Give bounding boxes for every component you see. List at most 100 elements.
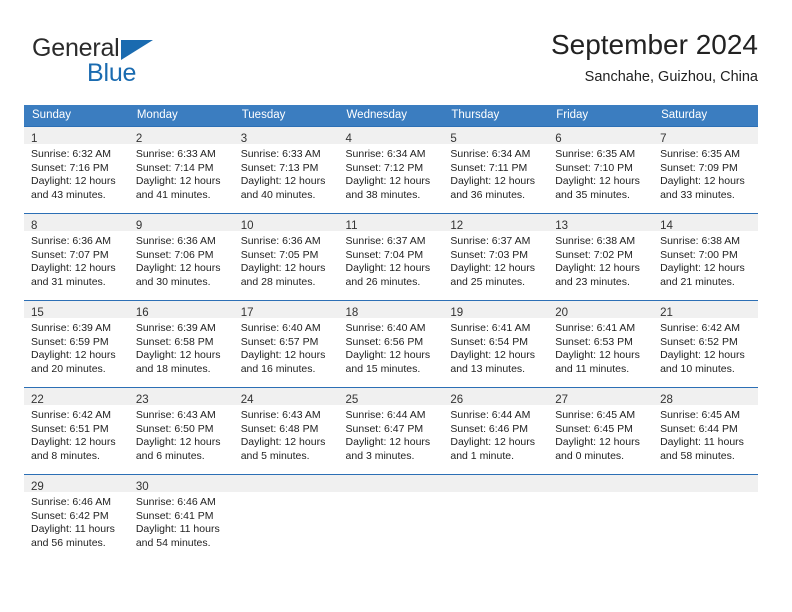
calendar-day-cell[interactable]: 1 Sunrise: 6:32 AM Sunset: 7:16 PM Daylight… bbox=[24, 126, 129, 214]
daylight-text: and 35 minutes. bbox=[555, 188, 630, 201]
daylight-text: Daylight: 12 hours bbox=[31, 436, 116, 449]
calendar-day-cell[interactable]: 30 Sunrise: 6:46 AM Sunset: 6:41 PM Dayligh… bbox=[128, 474, 234, 562]
day-number: 3 bbox=[240, 133, 248, 145]
day-detail-lines: Sunrise: 6:45 AM Sunset: 6:45 PM Daylight:… bbox=[548, 405, 653, 463]
day-number-band: 7 bbox=[653, 127, 758, 145]
logo-triangle-icon bbox=[121, 40, 153, 60]
day-detail-lines: Sunrise: 6:35 AM Sunset: 7:09 PM Daylight:… bbox=[653, 144, 758, 202]
calendar-page: General Blue September 2024 Sanchahe, Gu… bbox=[0, 0, 792, 612]
calendar-day-cell[interactable]: 25 Sunrise: 6:44 AM Sunset: 6:47 PM Dayligh… bbox=[338, 387, 444, 475]
day-detail-lines: Sunrise: 6:33 AM Sunset: 7:13 PM Daylight:… bbox=[234, 144, 339, 202]
sunset-text: Sunset: 7:07 PM bbox=[31, 248, 109, 261]
calendar-day-cell[interactable]: 24 Sunrise: 6:43 AM Sunset: 6:48 PM Dayligh… bbox=[233, 387, 339, 475]
calendar-day-cell[interactable]: 29 Sunrise: 6:46 AM Sunset: 6:42 PM Dayligh… bbox=[24, 474, 129, 562]
daylight-text: and 33 minutes. bbox=[660, 188, 735, 201]
daylight-text: and 21 minutes. bbox=[660, 275, 735, 288]
calendar-day-cell[interactable]: 27 Sunrise: 6:45 AM Sunset: 6:45 PM Dayligh… bbox=[548, 387, 654, 475]
daylight-text: and 28 minutes. bbox=[240, 275, 316, 288]
weekday-header-wednesday: Wednesday bbox=[338, 105, 444, 127]
weekday-header-thursday: Thursday bbox=[443, 105, 549, 127]
calendar-day-cell[interactable]: 15 Sunrise: 6:39 AM Sunset: 6:59 PM Dayligh… bbox=[24, 300, 129, 388]
day-detail-lines: Sunrise: 6:40 AM Sunset: 6:57 PM Daylight:… bbox=[234, 318, 339, 376]
page-subtitle: Sanchahe, Guizhou, China bbox=[584, 69, 758, 85]
sunrise-text: Sunrise: 6:46 AM bbox=[31, 496, 111, 508]
sunrise-text: Sunrise: 6:37 AM bbox=[345, 235, 426, 247]
calendar-day-cell[interactable]: 14 Sunrise: 6:38 AM Sunset: 7:00 PM Dayligh… bbox=[653, 213, 758, 301]
daylight-text: Daylight: 12 hours bbox=[240, 349, 326, 362]
general-blue-logo[interactable]: General Blue bbox=[24, 28, 284, 90]
day-number-band: 8 bbox=[24, 214, 129, 232]
sunrise-text: Sunrise: 6:39 AM bbox=[135, 322, 216, 334]
calendar-day-cell[interactable]: 6 Sunrise: 6:35 AM Sunset: 7:10 PM Daylight… bbox=[548, 126, 654, 214]
day-detail-lines: Sunrise: 6:37 AM Sunset: 7:04 PM Daylight:… bbox=[339, 231, 444, 289]
day-number: 2 bbox=[135, 133, 143, 145]
day-number-band: 10 bbox=[233, 214, 339, 232]
calendar-day-cell[interactable]: 19 Sunrise: 6:41 AM Sunset: 6:54 PM Dayligh… bbox=[443, 300, 549, 388]
calendar-day-cell[interactable]: 9 Sunrise: 6:36 AM Sunset: 7:06 PM Daylight… bbox=[128, 213, 234, 301]
calendar-day-cell[interactable]: 13 Sunrise: 6:38 AM Sunset: 7:02 PM Dayligh… bbox=[548, 213, 654, 301]
day-detail-lines: Sunrise: 6:46 AM Sunset: 6:41 PM Daylight:… bbox=[129, 492, 234, 550]
calendar-day-cell[interactable]: 5 Sunrise: 6:34 AM Sunset: 7:11 PM Daylight… bbox=[443, 126, 549, 214]
calendar-day-cell[interactable]: 23 Sunrise: 6:43 AM Sunset: 6:50 PM Dayligh… bbox=[128, 387, 234, 475]
daylight-text: and 38 minutes. bbox=[345, 188, 421, 201]
day-number: 14 bbox=[660, 220, 673, 232]
sunrise-text: Sunrise: 6:36 AM bbox=[31, 235, 111, 247]
sunrise-text: Sunrise: 6:36 AM bbox=[240, 235, 321, 247]
day-number-band: 17 bbox=[233, 301, 339, 319]
calendar-grid: Sunday Monday Tuesday Wednesday Thursday Frid… bbox=[24, 105, 758, 562]
sunset-text: Sunset: 6:41 PM bbox=[135, 509, 214, 522]
sunset-text: Sunset: 7:10 PM bbox=[555, 161, 633, 174]
calendar-day-cell[interactable]: 8 Sunrise: 6:36 AM Sunset: 7:07 PM Daylight… bbox=[24, 213, 129, 301]
daylight-text: and 13 minutes. bbox=[450, 362, 526, 375]
sunset-text: Sunset: 6:51 PM bbox=[31, 422, 109, 435]
daylight-text: and 31 minutes. bbox=[31, 275, 106, 288]
daylight-text: Daylight: 12 hours bbox=[240, 175, 326, 188]
daylight-text: Daylight: 12 hours bbox=[450, 349, 536, 362]
calendar-day-cell[interactable]: 11 Sunrise: 6:37 AM Sunset: 7:04 PM Dayligh… bbox=[338, 213, 444, 301]
calendar-week-row: 15 Sunrise: 6:39 AM Sunset: 6:59 PM Dayligh… bbox=[24, 300, 758, 388]
daylight-text: Daylight: 11 hours bbox=[660, 436, 744, 449]
day-detail-lines: Sunrise: 6:41 AM Sunset: 6:53 PM Daylight:… bbox=[548, 318, 653, 376]
calendar-day-cell[interactable]: 22 Sunrise: 6:42 AM Sunset: 6:51 PM Dayligh… bbox=[24, 387, 129, 475]
sunrise-text: Sunrise: 6:45 AM bbox=[555, 409, 636, 421]
day-number-band: 28 bbox=[653, 388, 758, 406]
calendar-header-row: Sunday Monday Tuesday Wednesday Thursday Frid… bbox=[24, 105, 758, 127]
day-number-band: 3 bbox=[233, 127, 339, 145]
daylight-text: Daylight: 12 hours bbox=[660, 349, 745, 362]
sunrise-text: Sunrise: 6:35 AM bbox=[555, 148, 636, 160]
calendar-day-cell[interactable]: 2 Sunrise: 6:33 AM Sunset: 7:14 PM Daylight… bbox=[128, 126, 234, 214]
calendar-day-cell[interactable]: 26 Sunrise: 6:44 AM Sunset: 6:46 PM Dayligh… bbox=[443, 387, 549, 475]
day-number: 18 bbox=[345, 307, 359, 319]
calendar-day-cell[interactable]: 7 Sunrise: 6:35 AM Sunset: 7:09 PM Daylight… bbox=[653, 126, 758, 214]
sunrise-text: Sunrise: 6:42 AM bbox=[31, 409, 111, 421]
calendar-day-cell[interactable]: 16 Sunrise: 6:39 AM Sunset: 6:58 PM Dayligh… bbox=[128, 300, 234, 388]
daylight-text: Daylight: 12 hours bbox=[135, 175, 221, 188]
logo-text-blue: Blue bbox=[87, 59, 137, 87]
calendar-day-cell[interactable]: 4 Sunrise: 6:34 AM Sunset: 7:12 PM Daylight… bbox=[338, 126, 444, 214]
calendar-day-cell[interactable]: 17 Sunrise: 6:40 AM Sunset: 6:57 PM Dayligh… bbox=[233, 300, 339, 388]
calendar-day-cell[interactable]: 21 Sunrise: 6:42 AM Sunset: 6:52 PM Dayligh… bbox=[653, 300, 758, 388]
daylight-text: Daylight: 12 hours bbox=[240, 436, 326, 449]
calendar-day-cell-empty bbox=[338, 474, 444, 562]
day-number: 29 bbox=[31, 481, 44, 493]
day-number-band bbox=[653, 475, 758, 492]
daylight-text: Daylight: 11 hours bbox=[135, 523, 220, 536]
sunset-text: Sunset: 7:03 PM bbox=[450, 248, 529, 261]
sunset-text: Sunset: 6:50 PM bbox=[135, 422, 214, 435]
sunrise-text: Sunrise: 6:40 AM bbox=[240, 322, 321, 334]
day-number: 26 bbox=[450, 394, 464, 406]
day-detail-lines: Sunrise: 6:38 AM Sunset: 7:00 PM Daylight:… bbox=[653, 231, 758, 289]
calendar-day-cell[interactable]: 12 Sunrise: 6:37 AM Sunset: 7:03 PM Dayligh… bbox=[443, 213, 549, 301]
daylight-text: Daylight: 12 hours bbox=[135, 262, 221, 275]
sunrise-text: Sunrise: 6:43 AM bbox=[135, 409, 216, 421]
calendar-day-cell[interactable]: 18 Sunrise: 6:40 AM Sunset: 6:56 PM Dayligh… bbox=[338, 300, 444, 388]
calendar-day-cell[interactable]: 20 Sunrise: 6:41 AM Sunset: 6:53 PM Dayligh… bbox=[548, 300, 654, 388]
page-header: General Blue September 2024 Sanchahe, Gu… bbox=[24, 28, 758, 96]
sunset-text: Sunset: 6:58 PM bbox=[135, 335, 214, 348]
calendar-week-row: 29 Sunrise: 6:46 AM Sunset: 6:42 PM Dayligh… bbox=[24, 474, 758, 562]
calendar-day-cell[interactable]: 3 Sunrise: 6:33 AM Sunset: 7:13 PM Daylight… bbox=[233, 126, 339, 214]
calendar-week-row: 1 Sunrise: 6:32 AM Sunset: 7:16 PM Daylight… bbox=[24, 126, 758, 214]
calendar-day-cell[interactable]: 28 Sunrise: 6:45 AM Sunset: 6:44 PM Dayligh… bbox=[653, 387, 758, 475]
calendar-day-cell[interactable]: 10 Sunrise: 6:36 AM Sunset: 7:05 PM Dayligh… bbox=[233, 213, 339, 301]
daylight-text: Daylight: 11 hours bbox=[31, 523, 115, 536]
